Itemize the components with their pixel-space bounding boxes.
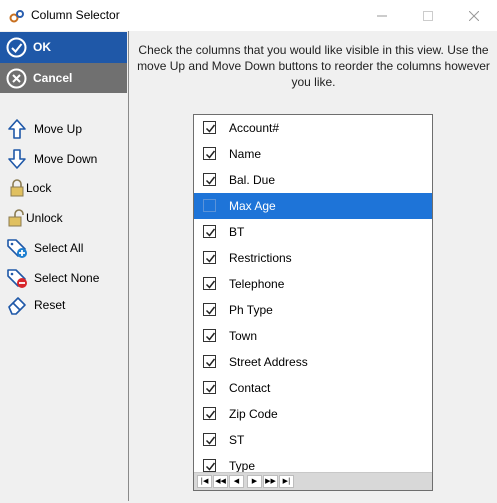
tag-add-icon: [7, 239, 27, 258]
move-down-label: Move Down: [34, 152, 98, 166]
column-checkbox[interactable]: [203, 381, 216, 394]
column-checkbox[interactable]: [203, 173, 216, 186]
list-item[interactable]: Telephone: [194, 271, 432, 297]
column-checkbox[interactable]: [203, 303, 216, 316]
column-name: Account#: [229, 121, 280, 135]
list-item[interactable]: Town: [194, 323, 432, 349]
column-name: Type: [229, 459, 256, 473]
gears-icon: [9, 10, 24, 23]
column-name: ST: [229, 433, 245, 447]
unlock-label: Unlock: [26, 211, 63, 225]
column-checkbox[interactable]: [203, 433, 216, 446]
close-button[interactable]: [451, 0, 497, 31]
move-up-label: Move Up: [34, 122, 83, 136]
left-toolbar: OK Cancel Move Up Move Down Lock Unlock …: [0, 31, 129, 501]
column-name: Restrictions: [229, 251, 292, 265]
column-name: Max Age: [229, 199, 276, 213]
tag-remove-icon: [7, 269, 27, 288]
move-down-button[interactable]: Move Down: [0, 146, 127, 172]
column-checkbox[interactable]: [203, 277, 216, 290]
column-checkbox[interactable]: [203, 199, 216, 212]
column-name: Bal. Due: [229, 173, 276, 187]
next-page-icon[interactable]: ▶▶: [263, 475, 278, 488]
list-item[interactable]: Bal. Due: [194, 167, 432, 193]
column-checkbox[interactable]: [203, 459, 216, 472]
ok-button[interactable]: OK: [0, 32, 127, 63]
maximize-button[interactable]: [405, 0, 451, 31]
select-none-button[interactable]: Select None: [0, 265, 127, 291]
lock-label: Lock: [26, 181, 52, 195]
column-name: Name: [229, 147, 262, 161]
unlock-icon: [8, 209, 24, 227]
list-item[interactable]: Account#: [194, 115, 432, 141]
list-item[interactable]: Name: [194, 141, 432, 167]
column-list[interactable]: Account# Name Bal. Due Max Age BT Restri…: [193, 114, 433, 491]
reset-button[interactable]: Reset: [0, 292, 127, 318]
cancel-label: Cancel: [33, 71, 73, 85]
column-name: Street Address: [229, 355, 308, 369]
list-item-selected[interactable]: Max Age: [194, 193, 432, 219]
column-checkbox[interactable]: [203, 251, 216, 264]
check-circle-icon: [6, 37, 27, 58]
column-checkbox[interactable]: [203, 407, 216, 420]
instructions-text: Check the columns that you would like vi…: [137, 43, 490, 89]
minimize-button[interactable]: [359, 0, 405, 31]
lock-icon: [10, 179, 24, 197]
column-name: BT: [229, 225, 245, 239]
column-name: Ph Type: [229, 303, 273, 317]
select-all-label: Select All: [34, 241, 84, 255]
minimize-icon: [377, 15, 387, 16]
lock-button[interactable]: Lock: [0, 175, 127, 201]
list-item[interactable]: Contact: [194, 375, 432, 401]
unlock-button[interactable]: Unlock: [0, 205, 127, 231]
window-title: Column Selector: [31, 8, 120, 22]
list-item[interactable]: Street Address: [194, 349, 432, 375]
select-none-label: Select None: [34, 271, 100, 285]
list-item[interactable]: BT: [194, 219, 432, 245]
column-checkbox[interactable]: [203, 329, 216, 342]
last-icon[interactable]: ▶|: [279, 475, 294, 488]
reset-label: Reset: [34, 298, 66, 312]
eraser-icon: [8, 297, 26, 315]
column-checkbox[interactable]: [203, 121, 216, 134]
pager-bar: |◀ ◀◀ ◀ ▶ ▶▶ ▶|: [194, 472, 432, 490]
prev-icon[interactable]: ◀: [229, 475, 244, 488]
column-name: Town: [229, 329, 258, 343]
cancel-button[interactable]: Cancel: [0, 63, 127, 93]
list-item[interactable]: Zip Code: [194, 401, 432, 427]
arrow-up-icon: [8, 119, 26, 139]
select-all-button[interactable]: Select All: [0, 235, 127, 261]
column-checkbox[interactable]: [203, 355, 216, 368]
list-item[interactable]: ST: [194, 427, 432, 453]
column-name: Zip Code: [229, 407, 278, 421]
list-item[interactable]: Restrictions: [194, 245, 432, 271]
prev-page-icon[interactable]: ◀◀: [213, 475, 228, 488]
column-name: Telephone: [229, 277, 285, 291]
cancel-circle-icon: [6, 68, 27, 89]
arrow-down-icon: [8, 149, 26, 169]
move-up-button[interactable]: Move Up: [0, 116, 127, 142]
column-checkbox[interactable]: [203, 147, 216, 160]
maximize-icon: [423, 10, 433, 21]
column-name: Contact: [229, 381, 271, 395]
first-icon[interactable]: |◀: [197, 475, 212, 488]
title-bar: Column Selector: [0, 0, 497, 31]
ok-label: OK: [33, 40, 51, 54]
next-icon[interactable]: ▶: [247, 475, 262, 488]
close-icon: [469, 10, 479, 21]
list-item[interactable]: Ph Type: [194, 297, 432, 323]
column-checkbox[interactable]: [203, 225, 216, 238]
